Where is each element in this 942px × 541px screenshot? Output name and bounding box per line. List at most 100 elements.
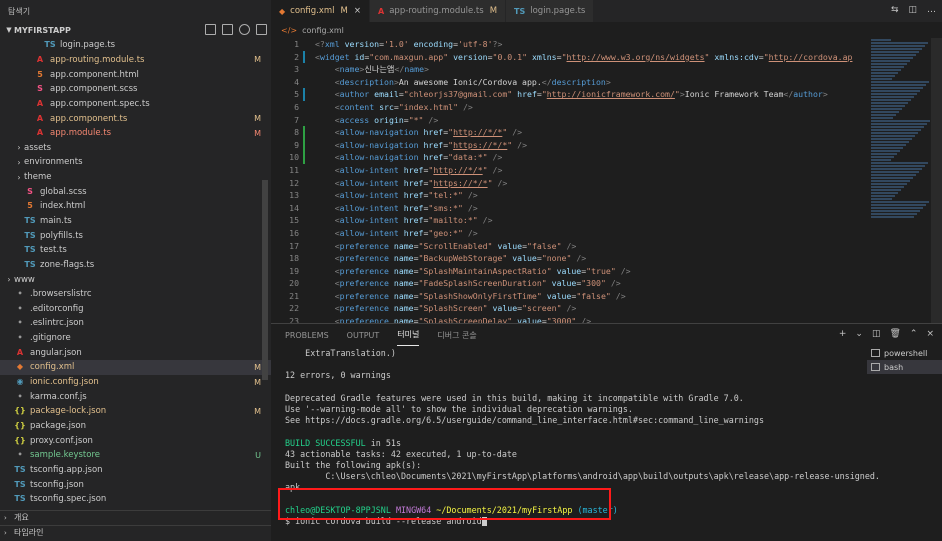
file-item[interactable]: TS main.ts bbox=[0, 214, 271, 229]
file-item[interactable]: 5 index.html bbox=[0, 199, 271, 214]
file-item[interactable]: Sglobal.scss bbox=[0, 184, 271, 199]
minimap-line bbox=[871, 138, 912, 140]
folder-item[interactable]: › www bbox=[0, 272, 271, 287]
panel-tab[interactable]: OUTPUT bbox=[347, 324, 380, 346]
folder-item[interactable]: › assets bbox=[0, 140, 271, 155]
folder-item[interactable]: › theme bbox=[0, 170, 271, 185]
compare-changes-icon[interactable]: ⇆ bbox=[891, 5, 899, 15]
minimap-line bbox=[871, 48, 922, 50]
code-text: <author email="chleorjs37@gmail.com" hre… bbox=[334, 89, 828, 100]
maximize-panel-icon[interactable]: ⌃ bbox=[910, 329, 918, 339]
more-actions-icon[interactable]: … bbox=[927, 5, 936, 15]
file-item[interactable]: 5 app.component.html bbox=[0, 67, 271, 82]
file-item[interactable]: Sapp.component.scss bbox=[0, 82, 271, 97]
code-text: <widget id="com.maxgun.app" version="0.0… bbox=[315, 51, 853, 62]
file-item[interactable]: • .gitignore bbox=[0, 331, 271, 346]
new-folder-icon[interactable] bbox=[222, 24, 233, 35]
line-number: 8 bbox=[294, 127, 299, 138]
file-item[interactable]: Aangular.json bbox=[0, 345, 271, 360]
code-line: 7 <access origin="*" /> bbox=[271, 114, 942, 127]
folder-item[interactable]: › environments bbox=[0, 155, 271, 170]
misc-file-icon: • bbox=[17, 391, 23, 401]
misc-file-icon: • bbox=[17, 289, 23, 299]
file-item[interactable]: Aapp.component.ts M bbox=[0, 111, 271, 126]
line-number: 2 bbox=[294, 51, 299, 62]
code-line: 2 <widget id="com.maxgun.app" version="0.… bbox=[271, 50, 942, 64]
panel-tab[interactable]: 터미널 bbox=[397, 324, 420, 346]
close-panel-icon[interactable]: × bbox=[926, 329, 934, 339]
new-file-icon[interactable] bbox=[205, 24, 216, 35]
chevron-down-icon[interactable]: ⌄ bbox=[855, 329, 863, 339]
xml-file-icon: ◆ bbox=[279, 6, 286, 16]
close-icon[interactable]: × bbox=[354, 6, 361, 16]
explorer-sidebar: 탐색기 ▼ MYFIRSTAPP TS login.page.ts Aapp-rou… bbox=[0, 0, 271, 541]
ts-file-icon: TS bbox=[24, 245, 36, 255]
panel-tab[interactable]: 디버그 콘솔 bbox=[437, 324, 476, 346]
terminal-line: ExtraTranslation.) bbox=[285, 348, 396, 358]
minimap-line bbox=[871, 156, 894, 158]
workspace-section-header[interactable]: ▼ MYFIRSTAPP bbox=[0, 22, 271, 38]
minimap-line bbox=[871, 108, 902, 110]
file-item[interactable]: ◆ config.xml M bbox=[0, 360, 271, 375]
file-item[interactable]: {} package.json bbox=[0, 419, 271, 434]
terminal-instance[interactable]: bash bbox=[867, 360, 942, 374]
sidebar-scrollbar[interactable] bbox=[262, 180, 268, 380]
ts-file-icon: TS bbox=[14, 479, 26, 489]
terminal-line: 43 actionable tasks: 42 executed, 1 up-t… bbox=[285, 448, 517, 459]
file-item[interactable]: • karma.conf.js bbox=[0, 389, 271, 404]
editor-tab[interactable]: ◆ config.xml M × bbox=[271, 0, 371, 22]
ts-file-icon: TS bbox=[24, 230, 36, 240]
outline-section[interactable]: › 개요 bbox=[0, 510, 271, 524]
ts-file-icon: TS bbox=[514, 6, 526, 16]
minimap[interactable] bbox=[871, 38, 931, 323]
terminal-line: C:\Users\chleo\Documents\2021\myFirstApp… bbox=[285, 471, 880, 482]
file-item[interactable]: {} package-lock.json M bbox=[0, 404, 271, 419]
file-item[interactable]: {} proxy.conf.json bbox=[0, 433, 271, 448]
breadcrumb[interactable]: </> config.xml bbox=[271, 22, 942, 38]
timeline-section[interactable]: › 타임라인 bbox=[0, 525, 271, 539]
file-item[interactable]: ◉ ionic.config.json M bbox=[0, 375, 271, 390]
file-item[interactable]: TS tsconfig.json bbox=[0, 477, 271, 492]
code-line: 12 <allow-intent href="https://*/*" /> bbox=[271, 177, 942, 190]
panel-tab[interactable]: PROBLEMS bbox=[285, 324, 329, 346]
code-text: <allow-intent href="tel:*" /> bbox=[334, 190, 478, 201]
code-text: <preference name="SplashScreenDelay" val… bbox=[334, 316, 592, 323]
code-view[interactable]: 1 <?xml version='1.0' encoding='utf-8'?> 2… bbox=[271, 38, 942, 323]
minimap-line bbox=[871, 126, 924, 128]
split-editor-icon[interactable]: ◫ bbox=[908, 5, 917, 15]
terminal-instance[interactable]: powershell bbox=[867, 346, 942, 360]
editor-tab[interactable]: TS login.page.ts bbox=[506, 0, 595, 22]
git-status-badge: M bbox=[254, 128, 261, 138]
code-text: <allow-navigation href="https://*/*" /> bbox=[334, 139, 528, 150]
file-item[interactable]: TS login.page.ts bbox=[0, 38, 271, 53]
code-line: 18 <preference name="BackupWebStorage" v… bbox=[271, 252, 942, 265]
file-item[interactable]: TS test.ts bbox=[0, 243, 271, 258]
terminal-line: 12 errors, 0 warnings bbox=[285, 370, 391, 381]
line-number: 17 bbox=[289, 240, 299, 251]
collapse-all-icon[interactable] bbox=[256, 24, 267, 35]
editor-tab[interactable]: Aapp-routing.module.ts M bbox=[370, 0, 507, 22]
file-item[interactable]: Aapp.component.spec.ts bbox=[0, 97, 271, 112]
trash-icon[interactable]: 🗑 bbox=[889, 329, 900, 339]
git-status-badge: M bbox=[254, 377, 261, 387]
line-number: 5 bbox=[294, 89, 299, 100]
refresh-icon[interactable] bbox=[239, 24, 250, 35]
file-item[interactable]: TS polyfills.ts bbox=[0, 228, 271, 243]
file-item[interactable]: TS tsconfig.spec.json bbox=[0, 492, 271, 507]
file-item[interactable]: TS tsconfig.app.json bbox=[0, 463, 271, 478]
file-item[interactable]: • .eslintrc.json bbox=[0, 316, 271, 331]
file-item[interactable]: Aapp-routing.module.ts M bbox=[0, 53, 271, 68]
file-item[interactable]: • .browserslistrc bbox=[0, 287, 271, 302]
file-item[interactable]: Aapp.module.ts M bbox=[0, 126, 271, 141]
file-name: config.xml bbox=[30, 362, 75, 373]
file-item[interactable]: TS zone-flags.ts bbox=[0, 258, 271, 273]
new-terminal-icon[interactable]: + bbox=[839, 329, 847, 339]
split-terminal-icon[interactable]: ◫ bbox=[872, 329, 881, 339]
minimap-line bbox=[871, 96, 914, 98]
file-item[interactable]: • sample.keystore U bbox=[0, 448, 271, 463]
editor-scrollbar[interactable] bbox=[931, 38, 942, 323]
minimap-line bbox=[871, 54, 916, 56]
git-gutter bbox=[303, 240, 309, 253]
file-item[interactable]: • .editorconfig bbox=[0, 302, 271, 317]
